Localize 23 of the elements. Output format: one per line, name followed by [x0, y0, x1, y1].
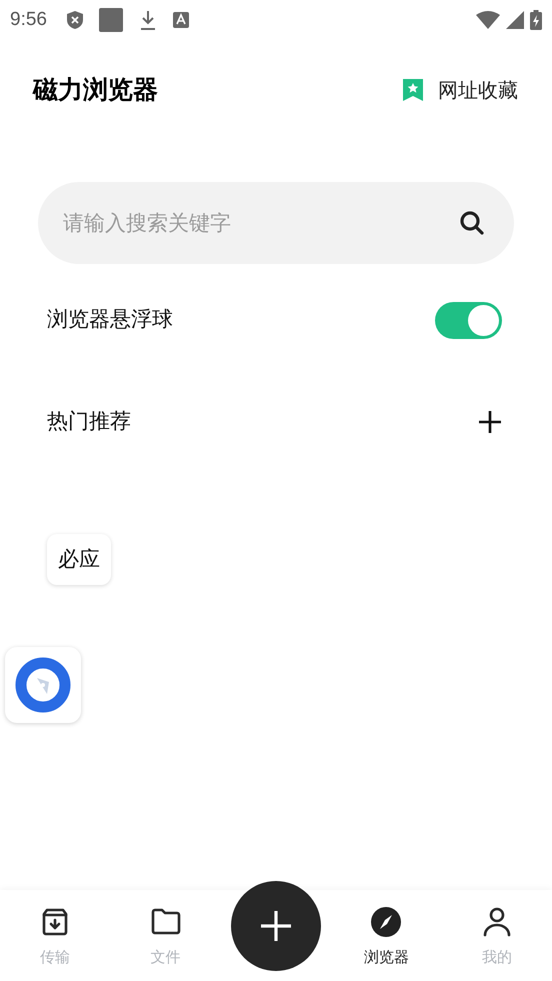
- section-title: 热门推荐: [47, 408, 131, 436]
- person-icon: [480, 906, 513, 938]
- download-icon: [138, 10, 157, 30]
- app-title: 磁力浏览器: [33, 74, 158, 106]
- add-icon[interactable]: [478, 410, 502, 434]
- bookmark-star-icon: [402, 78, 424, 102]
- compass-icon: [370, 906, 402, 938]
- compass-icon: [15, 657, 71, 713]
- wifi-icon: [476, 11, 500, 29]
- toggle-switch[interactable]: [435, 302, 502, 338]
- status-time: 9:56: [10, 8, 47, 32]
- setting-label: 浏览器悬浮球: [47, 306, 173, 334]
- keyboard-icon: [172, 12, 189, 28]
- search-icon[interactable]: [459, 210, 485, 236]
- signal-icon: [506, 11, 524, 29]
- nav-tab[interactable]: 浏览器: [331, 902, 442, 969]
- battery-icon: [530, 10, 542, 30]
- site-chip[interactable]: 必应: [47, 534, 111, 585]
- bookmarks-button[interactable]: 网址收藏: [402, 75, 518, 105]
- square-icon: [98, 8, 123, 32]
- search-field[interactable]: 请输入搜索关键字: [38, 182, 514, 264]
- shield-icon: [66, 11, 83, 29]
- plus-icon: [260, 910, 292, 942]
